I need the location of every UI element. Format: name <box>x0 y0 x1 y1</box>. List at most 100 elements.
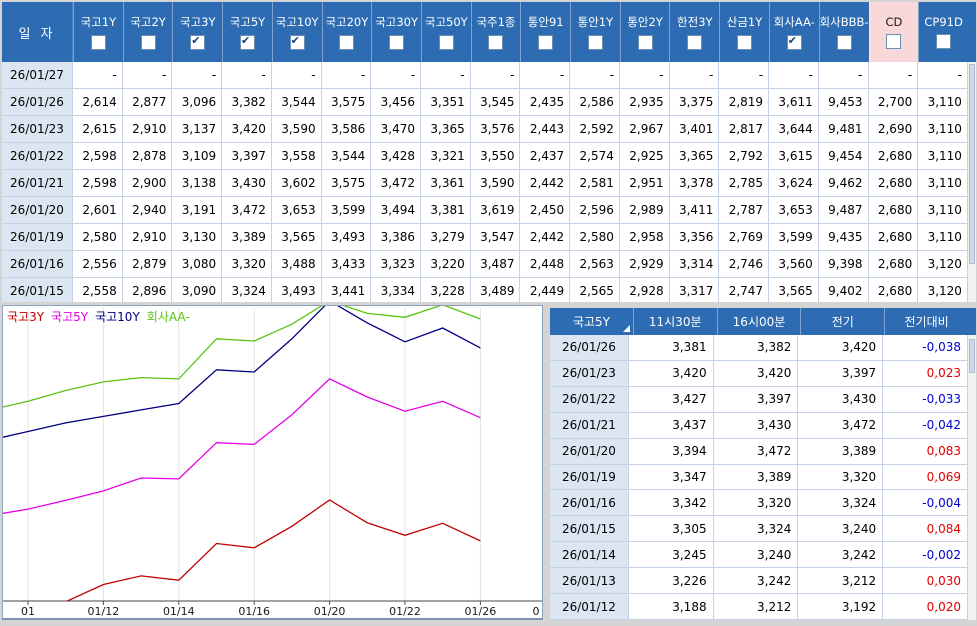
detail-header-3: 전기 <box>800 308 884 335</box>
value-cell: 3,590 <box>471 170 521 196</box>
detail-date-cell: 26/01/19 <box>550 464 629 490</box>
value-cell: 3,397 <box>222 143 272 169</box>
column-header-label: 국고10Y <box>275 15 319 29</box>
value-cell: 2,680 <box>869 143 919 169</box>
detail-diff-cell: -0,038 <box>883 335 968 360</box>
value-cell: 2,879 <box>123 251 173 277</box>
value-cell: 3,619 <box>471 197 521 223</box>
column-header-국고1Y[interactable]: 국고1Y <box>73 2 123 62</box>
value-cell: - <box>172 62 223 88</box>
value-cell: - <box>222 62 272 88</box>
detail-date-cell: 26/01/16 <box>550 490 629 516</box>
column-header-국고3Y[interactable]: 국고3Y <box>172 2 222 62</box>
value-cell: 2,614 <box>73 89 123 115</box>
column-header-국고2Y[interactable]: 국고2Y <box>122 2 173 62</box>
column-header-통안1Y[interactable]: 통안1Y <box>570 2 620 62</box>
value-cell: 2,448 <box>520 251 571 277</box>
column-checkbox-국고30Y[interactable] <box>389 35 405 50</box>
column-header-국고10Y[interactable]: 국고10Y <box>271 2 322 62</box>
detail-table-scrollbar[interactable] <box>968 308 976 620</box>
value-cell: 2,967 <box>620 116 670 142</box>
detail-diff-cell: -0,004 <box>883 490 968 516</box>
column-header-통안91[interactable]: 통안91 <box>520 2 570 62</box>
detail-table-header: 국고5Y 11시30분 16시00분 전기 전기대비 <box>550 308 968 335</box>
column-header-회사BBB-[interactable]: 회사BBB- <box>818 2 869 62</box>
column-checkbox-국고20Y[interactable] <box>339 35 355 50</box>
column-checkbox-국고2Y[interactable] <box>140 35 156 50</box>
column-checkbox-CD[interactable] <box>886 34 902 49</box>
value-cell: 2,680 <box>869 197 919 223</box>
column-checkbox-통안2Y[interactable] <box>637 35 653 50</box>
value-cell: 3,576 <box>471 116 521 142</box>
table-row: 26/01/23 2,615 2,910 3,137 3,420 3,590 3,586 3,… <box>2 116 968 143</box>
column-header-국주1종[interactable]: 국주1종 <box>470 2 521 62</box>
top-table-scrollbar[interactable] <box>968 2 976 302</box>
column-checkbox-회사BBB-[interactable] <box>836 35 852 50</box>
value-cell: 2,442 <box>520 224 571 250</box>
detail-1600-cell: 3,240 <box>714 542 799 568</box>
value-cell: 2,680 <box>869 170 919 196</box>
table-row: 26/01/26 2,614 2,877 3,096 3,382 3,544 3,575 3,… <box>2 89 968 116</box>
value-cell: 2,435 <box>520 89 571 115</box>
column-header-CP91D[interactable]: CP91D <box>918 2 968 62</box>
detail-diff-cell: 0,083 <box>883 438 968 464</box>
value-cell: - <box>73 62 123 88</box>
column-checkbox-국주1종[interactable] <box>488 35 504 50</box>
value-cell: 3,420 <box>222 116 272 142</box>
column-checkbox-국고3Y[interactable] <box>190 34 206 50</box>
detail-prev-cell: 3,324 <box>798 490 884 516</box>
value-cell: 3,317 <box>670 278 720 302</box>
detail-prev-cell: 3,240 <box>798 516 884 542</box>
value-cell: 2,581 <box>570 170 620 196</box>
column-checkbox-국고5Y[interactable] <box>239 34 255 50</box>
column-checkbox-한전3Y[interactable] <box>687 35 703 50</box>
value-cell: 3,110 <box>918 224 968 250</box>
detail-row: 26/01/12 3,188 3,212 3,192 0,020 <box>550 594 968 620</box>
column-header-CD[interactable]: CD <box>868 2 919 62</box>
value-cell: 2,989 <box>620 197 670 223</box>
scrollbar-thumb[interactable] <box>969 339 975 373</box>
detail-1130-cell: 3,305 <box>629 516 714 542</box>
table-row: 26/01/19 2,580 2,910 3,130 3,389 3,565 3,493 3,… <box>2 224 968 251</box>
legend-item-국고10Y: 국고10Y <box>95 310 140 324</box>
column-checkbox-국고50Y[interactable] <box>438 35 454 50</box>
column-checkbox-산금1Y[interactable] <box>736 35 752 50</box>
value-cell: 3,493 <box>322 224 372 250</box>
column-header-국고30Y[interactable]: 국고30Y <box>371 2 421 62</box>
column-checkbox-통안91[interactable] <box>538 35 554 50</box>
value-cell: 2,680 <box>869 224 919 250</box>
detail-header-4: 전기대비 <box>884 308 968 335</box>
column-checkbox-국고10Y[interactable] <box>289 34 305 50</box>
detail-1130-cell: 3,347 <box>629 464 714 490</box>
detail-prev-cell: 3,420 <box>798 335 884 360</box>
column-header-국고5Y[interactable]: 국고5Y <box>222 2 272 62</box>
value-cell: 3,378 <box>670 170 720 196</box>
x-axis-label: 01 <box>21 605 35 617</box>
detail-header-0[interactable]: 국고5Y <box>550 308 633 335</box>
column-checkbox-통안1Y[interactable] <box>587 35 603 50</box>
x-axis-label: 01/16 <box>238 605 270 617</box>
detail-1600-cell: 3,212 <box>714 594 799 619</box>
value-cell: 3,323 <box>371 251 422 277</box>
column-header-통안2Y[interactable]: 통안2Y <box>619 2 670 62</box>
value-cell: 2,819 <box>719 89 770 115</box>
detail-diff-cell: 0,069 <box>883 464 968 490</box>
column-checkbox-CP91D[interactable] <box>936 34 952 49</box>
column-header-한전3Y[interactable]: 한전3Y <box>669 2 719 62</box>
column-header-회사AA-[interactable]: 회사AA- <box>768 2 819 62</box>
column-checkbox-회사AA-[interactable] <box>786 34 802 50</box>
value-cell: 3,611 <box>769 89 819 115</box>
yield-chart-panel: 국고3Y 국고5Y 국고10Y 회사AA- 01 01/12 01/14 01/16 01/2… <box>2 305 543 620</box>
column-header-국고50Y[interactable]: 국고50Y <box>420 2 471 62</box>
column-header-산금1Y[interactable]: 산금1Y <box>719 2 769 62</box>
value-cell: 2,598 <box>73 143 123 169</box>
column-header-label: 국고2Y <box>130 15 166 29</box>
detail-row: 26/01/14 3,245 3,240 3,242 -0,002 <box>550 542 968 569</box>
detail-diff-cell: 0,020 <box>883 594 968 619</box>
value-cell: 2,443 <box>520 116 571 142</box>
column-header-국고20Y[interactable]: 국고20Y <box>321 2 372 62</box>
scrollbar-thumb[interactable] <box>969 64 975 264</box>
value-cell: 3,096 <box>172 89 223 115</box>
column-checkbox-국고1Y[interactable] <box>90 35 106 50</box>
value-cell: 3,430 <box>222 170 272 196</box>
